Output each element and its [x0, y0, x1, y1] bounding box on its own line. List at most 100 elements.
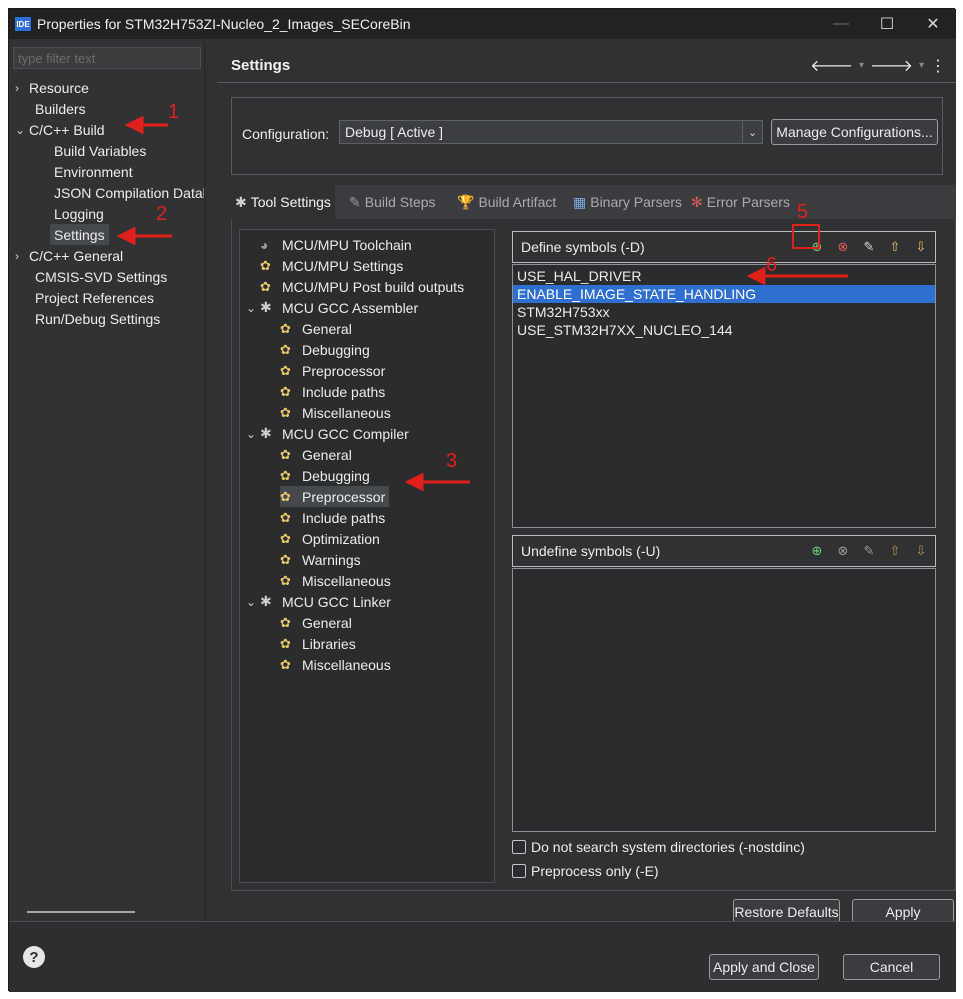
back-menu-chevron-icon[interactable]: ▾	[859, 60, 864, 71]
tree-item-ld-libraries[interactable]: ✿ Libraries	[280, 633, 356, 654]
tree-item-gcc-assembler[interactable]: ⌄ ✱ MCU GCC Assembler	[246, 297, 418, 318]
preprocess-only-option[interactable]: Preprocess only (-E)	[512, 863, 659, 879]
tree-item-cc-optimization[interactable]: ✿ Optimization	[280, 528, 380, 549]
manage-configurations-button[interactable]: Manage Configurations...	[771, 119, 938, 145]
tree-item-ld-miscellaneous[interactable]: ✿ Miscellaneous	[280, 654, 391, 675]
tab-label: Tool Settings	[250, 194, 331, 210]
tree-item-gcc-compiler[interactable]: ⌄ ✱ MCU GCC Compiler	[246, 423, 409, 444]
chevron-down-icon[interactable]: ⌄	[742, 121, 762, 143]
tree-item-cc-miscellaneous[interactable]: ✿ Miscellaneous	[280, 570, 391, 591]
nav-item-logging[interactable]: Logging	[54, 203, 104, 224]
tree-item-asm-general[interactable]: ✿ General	[280, 318, 352, 339]
tree-item-cc-include-paths[interactable]: ✿ Include paths	[280, 507, 385, 528]
option-icon: ✿	[280, 551, 291, 567]
filter-input[interactable]	[13, 47, 201, 69]
nav-item-settings[interactable]: Settings	[50, 224, 109, 245]
nav-item-json-compilation[interactable]: JSON Compilation Datab	[54, 182, 204, 203]
edit-symbol-icon[interactable]: ✎	[859, 237, 879, 257]
annotation-number-6: 6	[766, 254, 778, 276]
back-arrow-icon[interactable]: 🡐	[810, 55, 853, 76]
tree-item-asm-miscellaneous[interactable]: ✿ Miscellaneous	[280, 402, 391, 423]
tree-item-ld-general[interactable]: ✿ General	[280, 612, 352, 633]
tab-build-steps[interactable]: ✎ Build Steps	[349, 185, 436, 219]
nav-item-cpp-general[interactable]: › C/C++ General	[15, 245, 123, 266]
list-item[interactable]: USE_HAL_DRIVER	[513, 267, 935, 285]
tree-item-asm-debugging[interactable]: ✿ Debugging	[280, 339, 370, 360]
nostdinc-checkbox[interactable]	[512, 840, 526, 854]
tree-item-asm-include-paths[interactable]: ✿ Include paths	[280, 381, 385, 402]
nav-item-builders[interactable]: Builders	[35, 98, 86, 119]
annotation-number-3: 3	[446, 450, 458, 472]
window-controls: — ☐ ✕	[818, 9, 956, 39]
move-up-icon[interactable]: ⇧	[885, 237, 905, 257]
minimize-icon[interactable]: —	[818, 9, 864, 39]
tree-item-toolchain[interactable]: ◕ MCU/MPU Toolchain	[260, 234, 412, 255]
tree-item-label: MCU GCC Compiler	[282, 425, 409, 442]
edit-symbol-icon[interactable]: ✎	[859, 541, 879, 561]
move-down-icon[interactable]: ⇩	[911, 237, 931, 257]
nav-item-label: CMSIS-SVD Settings	[35, 268, 168, 285]
nav-item-environment[interactable]: Environment	[54, 161, 133, 182]
undefine-symbols-title: Undefine symbols (-U) ⊕ ⊗ ✎ ⇧ ⇩	[513, 536, 935, 566]
list-item[interactable]: STM32H753xx	[513, 303, 935, 321]
apply-and-close-button[interactable]: Apply and Close	[709, 954, 819, 980]
move-up-icon[interactable]: ⇧	[885, 541, 905, 561]
configuration-select[interactable]: Debug [ Active ] ⌄	[339, 120, 763, 144]
nav-item-cmsis-svd[interactable]: CMSIS-SVD Settings	[35, 266, 167, 287]
tree-item-cc-preprocessor[interactable]: ✿ Preprocessor	[280, 486, 390, 507]
chevron-right-icon[interactable]: ›	[15, 81, 29, 95]
annotation-box-5	[792, 224, 820, 249]
configuration-group: Configuration: Debug [ Active ] ⌄ Manage…	[231, 97, 943, 175]
tree-item-label: MCU/MPU Settings	[282, 257, 404, 274]
tab-error-parsers[interactable]: ✻ Error Parsers	[691, 185, 790, 219]
gear-icon: ✱	[235, 193, 247, 210]
tree-item-asm-preprocessor[interactable]: ✿ Preprocessor	[280, 360, 385, 381]
tree-item-cc-warnings[interactable]: ✿ Warnings	[280, 549, 361, 570]
tree-item-mcu-settings[interactable]: ✿ MCU/MPU Settings	[260, 255, 403, 276]
gear-icon: ✱	[260, 299, 272, 315]
page-title: Settings	[231, 57, 291, 74]
option-icon: ✿	[280, 530, 291, 546]
list-item[interactable]: USE_STM32H7XX_NUCLEO_144	[513, 321, 935, 339]
chevron-down-icon[interactable]: ⌄	[15, 123, 29, 137]
nav-item-cpp-build[interactable]: ⌄ C/C++ Build	[15, 119, 104, 140]
cancel-button[interactable]: Cancel	[843, 954, 940, 980]
view-menu-icon[interactable]: ⋮	[930, 56, 946, 76]
nav-item-resource[interactable]: › Resource	[15, 77, 89, 98]
forward-menu-chevron-icon[interactable]: ▾	[919, 60, 924, 71]
tab-build-artifact[interactable]: 🏆 Build Artifact	[457, 185, 556, 219]
tab-tool-settings[interactable]: ✱ Tool Settings	[231, 185, 335, 219]
move-down-icon[interactable]: ⇩	[911, 541, 931, 561]
define-symbols-header: Define symbols (-D) ⊕ ⊗ ✎ ⇧ ⇩	[512, 231, 936, 263]
add-symbol-icon[interactable]: ⊕	[807, 541, 827, 561]
tree-item-post-build[interactable]: ✿ MCU/MPU Post build outputs	[260, 276, 464, 297]
tree-item-label: Miscellaneous	[302, 404, 391, 421]
delete-symbol-icon[interactable]: ⊗	[833, 237, 853, 257]
tree-item-gcc-linker[interactable]: ⌄ ✱ MCU GCC Linker	[246, 591, 391, 612]
nav-item-label: Environment	[54, 163, 133, 180]
preprocess-only-checkbox[interactable]	[512, 864, 526, 878]
tree-item-label: Optimization	[302, 530, 380, 547]
tree-item-cc-general[interactable]: ✿ General	[280, 444, 352, 465]
forward-arrow-icon[interactable]: 🡒	[870, 55, 913, 76]
help-icon[interactable]: ?	[23, 946, 45, 968]
nav-item-project-references[interactable]: Project References	[35, 287, 154, 308]
tab-label: Binary Parsers	[590, 194, 683, 210]
horizontal-scrollbar[interactable]	[27, 911, 135, 913]
close-icon[interactable]: ✕	[910, 9, 956, 39]
nav-item-run-debug[interactable]: Run/Debug Settings	[35, 308, 160, 329]
nostdinc-label: Do not search system directories (-nostd…	[531, 839, 805, 855]
tree-item-label: General	[302, 320, 352, 337]
tree-item-cc-debugging[interactable]: ✿ Debugging	[280, 465, 370, 486]
nostdinc-option[interactable]: Do not search system directories (-nostd…	[512, 839, 805, 855]
list-item-selected[interactable]: ENABLE_IMAGE_STATE_HANDLING	[513, 285, 935, 303]
delete-symbol-icon[interactable]: ⊗	[833, 541, 853, 561]
tab-binary-parsers[interactable]: ▦ Binary Parsers	[573, 185, 682, 219]
chevron-down-icon[interactable]: ⌄	[246, 427, 260, 441]
chevron-right-icon[interactable]: ›	[15, 249, 29, 263]
chevron-down-icon[interactable]: ⌄	[246, 595, 260, 609]
chevron-down-icon[interactable]: ⌄	[246, 301, 260, 315]
nav-item-build-variables[interactable]: Build Variables	[54, 140, 146, 161]
define-symbols-label: Define symbols (-D)	[521, 239, 645, 255]
maximize-icon[interactable]: ☐	[864, 9, 910, 39]
